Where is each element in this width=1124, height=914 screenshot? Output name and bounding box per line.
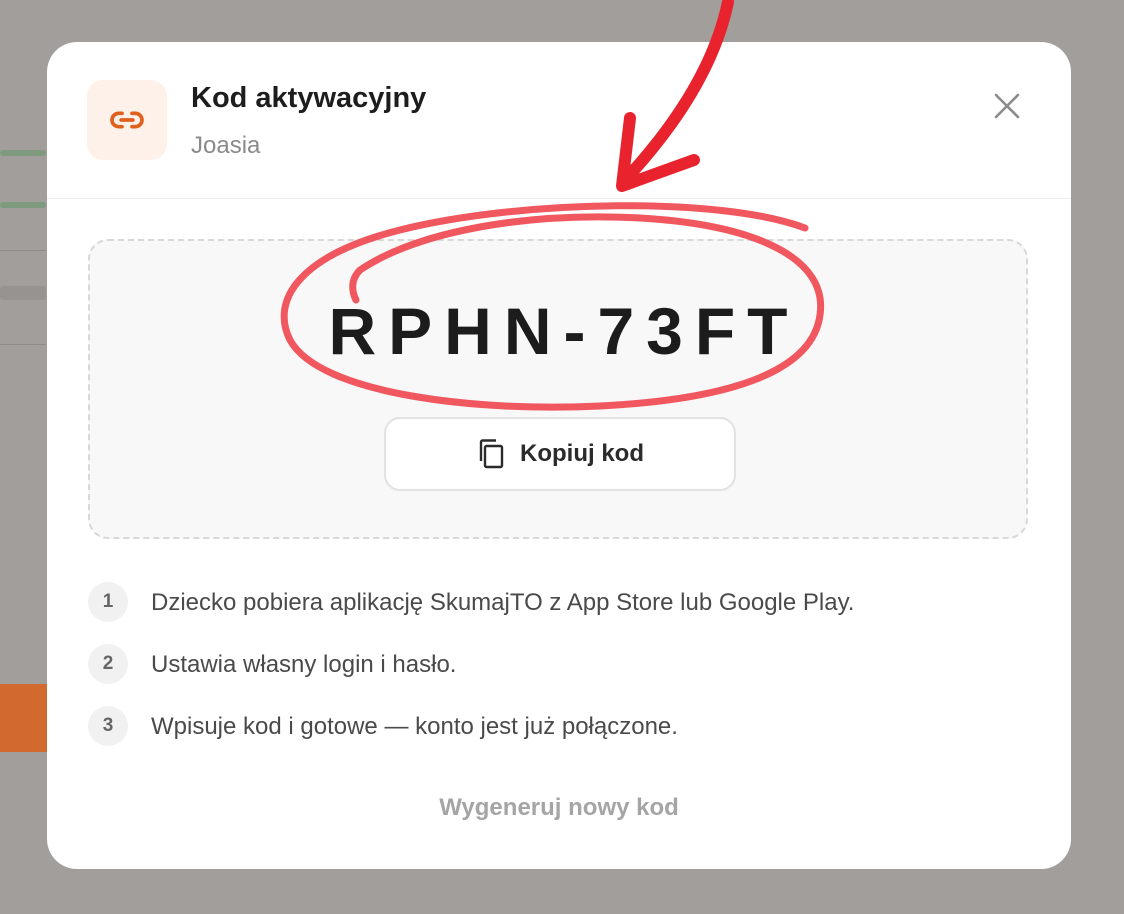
step-number: 2 xyxy=(88,644,128,684)
regenerate-code-link[interactable]: Wygeneruj nowy kod xyxy=(47,794,1071,822)
dialog-title: Kod aktywacyjny xyxy=(191,82,427,114)
step-number: 1 xyxy=(88,582,128,622)
list-item: 1 Dziecko pobiera aplikację SkumajTO z A… xyxy=(88,582,1028,644)
background-text-line xyxy=(0,286,46,300)
copy-code-label: Kopiuj kod xyxy=(520,440,644,467)
list-item: 2 Ustawia własny login i hasło. xyxy=(88,644,1028,706)
activation-code-dialog: Kod aktywacyjny Joasia RPHN-73FT Kopiuj … xyxy=(47,42,1071,869)
copy-icon xyxy=(479,439,504,469)
background-text-line xyxy=(0,202,46,208)
instructions-list: 1 Dziecko pobiera aplikację SkumajTO z A… xyxy=(88,582,1028,768)
close-button[interactable] xyxy=(987,86,1027,126)
step-text: Dziecko pobiera aplikację SkumajTO z App… xyxy=(151,589,855,616)
background-text-line xyxy=(0,150,46,156)
step-number: 3 xyxy=(88,706,128,746)
link-icon xyxy=(87,80,167,160)
close-icon xyxy=(994,93,1020,119)
background-button xyxy=(0,684,48,752)
step-text: Wpisuje kod i gotowe — konto jest już po… xyxy=(151,713,678,740)
background-divider xyxy=(0,344,46,345)
code-panel: RPHN-73FT Kopiuj kod xyxy=(88,239,1028,539)
activation-code: RPHN-73FT xyxy=(328,294,800,368)
list-item: 3 Wpisuje kod i gotowe — konto jest już … xyxy=(88,706,1028,768)
dialog-header: Kod aktywacyjny Joasia xyxy=(47,42,1071,199)
step-text: Ustawia własny login i hasło. xyxy=(151,651,457,678)
copy-code-button[interactable]: Kopiuj kod xyxy=(384,417,736,491)
child-name: Joasia xyxy=(191,132,261,159)
background-divider xyxy=(0,250,46,251)
